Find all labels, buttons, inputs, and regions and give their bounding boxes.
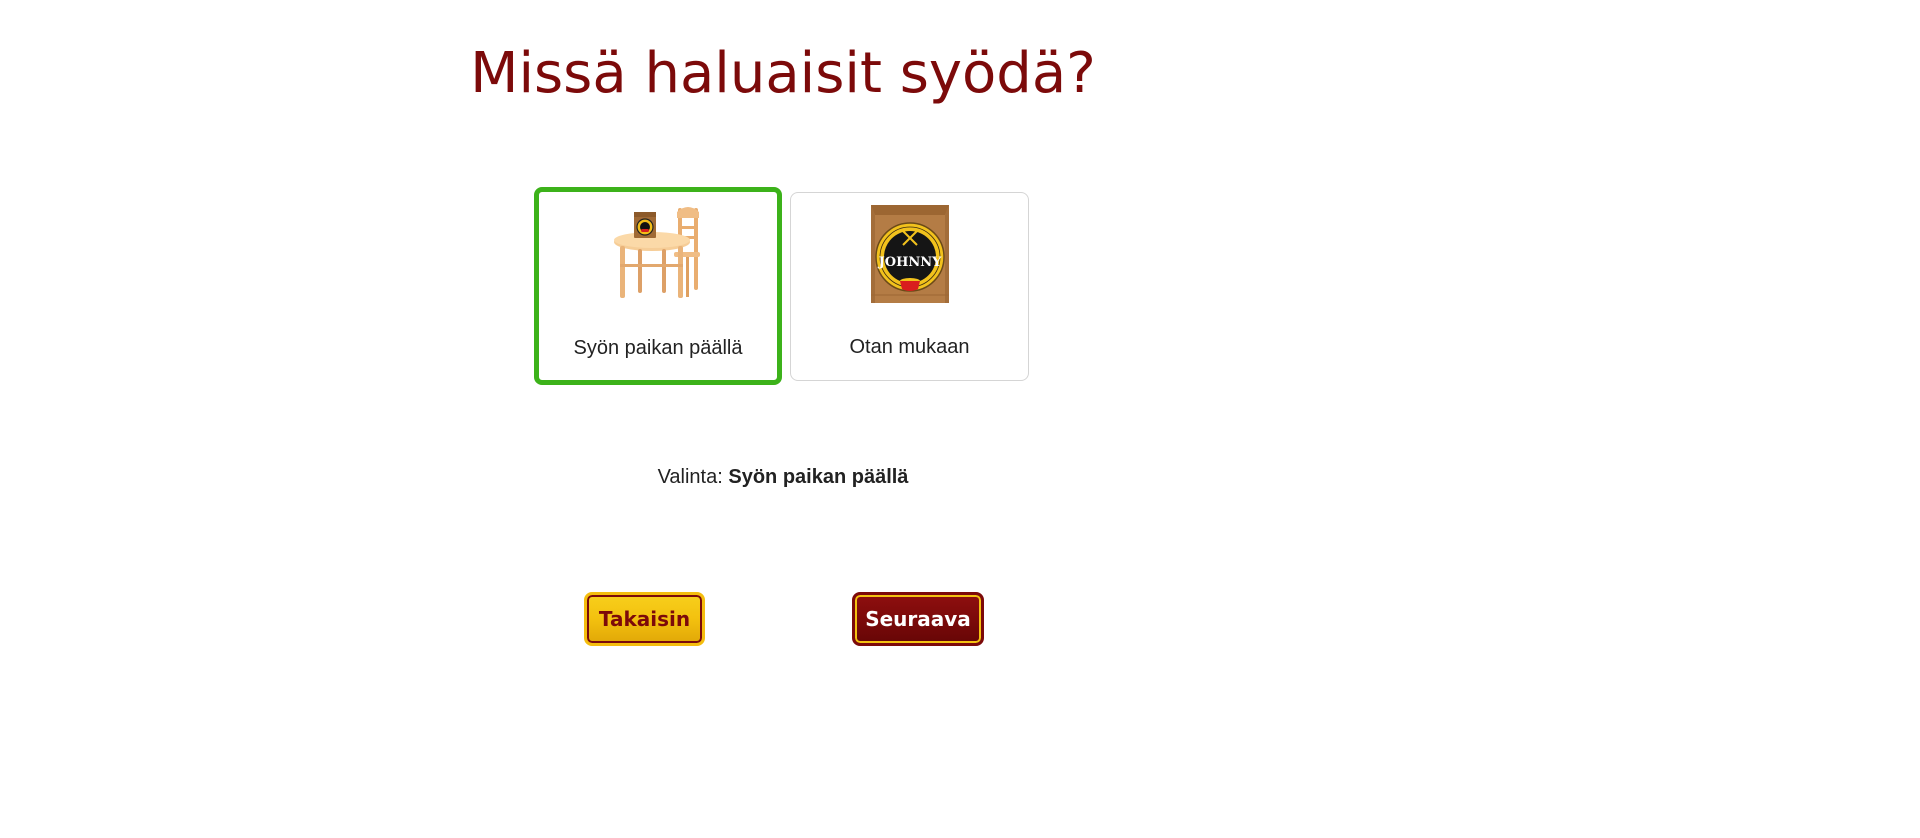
back-button[interactable]: Takaisin [584, 592, 705, 646]
option-label: Otan mukaan [849, 336, 970, 358]
next-button[interactable]: Seuraava [852, 592, 984, 646]
page-title: Missä haluaisit syödä? [470, 41, 1096, 106]
takeaway-bag-image: JOHNNY [870, 205, 949, 303]
selection-summary: Valinta: Syön paikan päällä [0, 466, 1566, 489]
selection-prefix: Valinta: [657, 466, 723, 488]
johnny-logo-text: JOHNNY [877, 255, 942, 270]
option-eat-in[interactable]: Syön paikan päällä [534, 187, 782, 385]
selection-value: Syön paikan päällä [728, 466, 909, 488]
page: Missä haluaisit syödä? Syön paikan pääll… [0, 0, 1920, 838]
table-and-chair-image [614, 207, 700, 298]
option-take-away[interactable]: JOHNNY Otan mukaan [790, 192, 1029, 381]
option-label: Syön paikan päällä [573, 337, 743, 359]
